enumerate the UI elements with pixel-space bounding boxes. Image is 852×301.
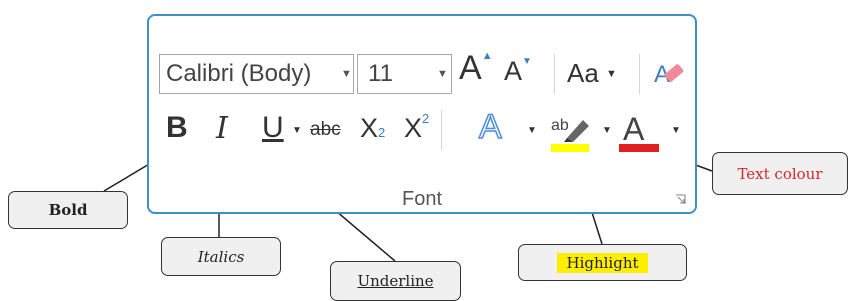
font-size-value: 11 bbox=[368, 60, 393, 87]
marker-icon bbox=[567, 120, 589, 142]
highlight-callout: Highlight bbox=[518, 244, 687, 281]
highlight-button[interactable]: ab bbox=[549, 108, 595, 154]
chevron-down-icon[interactable]: ▼ bbox=[527, 125, 537, 136]
shrink-font-button[interactable]: A▼ bbox=[504, 56, 532, 87]
underline-callout: Underline bbox=[330, 261, 461, 301]
font-color-button[interactable]: A bbox=[617, 108, 663, 154]
chevron-down-icon: ▼ bbox=[437, 68, 448, 80]
subscript-mark: 2 bbox=[378, 125, 386, 140]
shrink-font-glyph: A bbox=[504, 56, 523, 86]
font-name-dropdown[interactable]: Calibri (Body) ▼ bbox=[159, 54, 354, 94]
italics-callout: Italics bbox=[161, 237, 281, 276]
underline-glyph: U bbox=[262, 111, 284, 144]
font-color-glyph: A bbox=[623, 111, 645, 147]
bold-callout-label: Bold bbox=[48, 201, 88, 219]
subscript-glyph: X bbox=[360, 113, 379, 143]
eraser-icon: A bbox=[654, 61, 684, 88]
caret-down-icon: ▼ bbox=[522, 56, 532, 67]
strikethrough-glyph: abc bbox=[310, 119, 341, 140]
highlight-callout-label: Highlight bbox=[557, 252, 648, 273]
underline-button[interactable]: U bbox=[262, 111, 284, 145]
font-size-dropdown[interactable]: 11 ▼ bbox=[357, 54, 452, 94]
chevron-down-icon[interactable]: ▼ bbox=[292, 125, 302, 136]
caret-up-icon: ▲ bbox=[481, 50, 493, 62]
change-case-label: Aa bbox=[567, 58, 599, 88]
text-effects-glyph: A bbox=[478, 107, 502, 147]
strikethrough-button[interactable]: abc bbox=[310, 119, 341, 141]
italic-glyph: I bbox=[216, 111, 228, 146]
bold-callout: Bold bbox=[8, 191, 128, 229]
separator bbox=[554, 54, 555, 94]
superscript-glyph: X bbox=[404, 113, 423, 143]
text-colour-callout: Text colour bbox=[712, 152, 848, 195]
font-ribbon-group: Calibri (Body) ▼ 11 ▼ A▲ A▼ Aa ▼ A B I U… bbox=[147, 14, 697, 214]
subscript-button[interactable]: X2 bbox=[360, 113, 385, 144]
chevron-down-icon[interactable]: ▼ bbox=[602, 125, 612, 136]
text-effects-button[interactable]: A bbox=[478, 107, 502, 147]
separator bbox=[441, 110, 442, 150]
highlight-color-swatch bbox=[551, 144, 589, 152]
font-name-value: Calibri (Body) bbox=[166, 60, 312, 87]
change-case-button[interactable]: Aa ▼ bbox=[567, 58, 617, 89]
superscript-button[interactable]: X2 bbox=[404, 111, 430, 144]
superscript-mark: 2 bbox=[422, 111, 430, 126]
group-label: Font bbox=[401, 188, 443, 210]
clear-formatting-button[interactable]: A bbox=[651, 58, 687, 92]
separator bbox=[639, 54, 640, 94]
dialog-launcher-icon[interactable] bbox=[675, 194, 687, 206]
chevron-down-icon: ▼ bbox=[341, 68, 352, 80]
chevron-down-icon[interactable]: ▼ bbox=[671, 125, 681, 136]
chevron-down-icon: ▼ bbox=[606, 68, 617, 80]
italic-button[interactable]: I bbox=[216, 111, 228, 146]
bold-button[interactable]: B bbox=[166, 111, 188, 145]
grow-font-glyph: A bbox=[459, 49, 482, 87]
grow-font-button[interactable]: A▲ bbox=[459, 49, 493, 88]
italics-callout-label: Italics bbox=[197, 247, 245, 266]
highlight-glyph: ab bbox=[551, 117, 569, 134]
underline-callout-label: Underline bbox=[357, 272, 434, 290]
font-color-swatch bbox=[619, 144, 659, 152]
text-colour-callout-label: Text colour bbox=[737, 164, 823, 183]
bold-glyph: B bbox=[166, 111, 188, 144]
